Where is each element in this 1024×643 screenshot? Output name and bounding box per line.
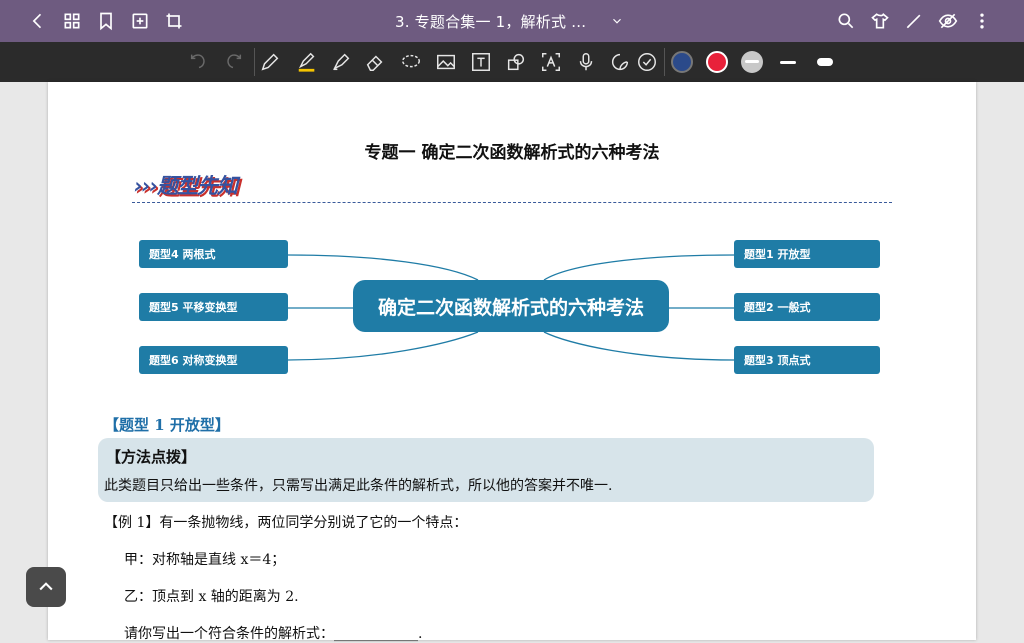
section-title: 【题型 1 开放型】 (104, 416, 230, 434)
check-icon[interactable] (634, 50, 660, 74)
document-page[interactable]: 专题一 确定二次函数解析式的六种考法 ›››题型先知 题型4 两根式 题型5 平… (48, 82, 976, 642)
shape-icon[interactable] (503, 50, 529, 74)
example-intro: 【例 1】有一条抛物线，两位同学分别说了它的一个特点： (104, 515, 468, 531)
more-vertical-icon[interactable] (970, 9, 994, 33)
redo-icon[interactable] (220, 50, 246, 74)
stroke-thin-option[interactable] (780, 61, 796, 64)
sticker-icon[interactable] (607, 50, 633, 74)
ocr-icon[interactable] (538, 50, 564, 74)
mindmap-node-type2: 题型2 一般式 (734, 293, 880, 321)
crop-icon[interactable] (162, 9, 186, 33)
method-title: 【方法点拨】 (106, 448, 197, 466)
chevron-up-icon (39, 582, 53, 591)
pencil-icon[interactable] (257, 50, 283, 74)
mindmap-center-node: 确定二次函数解析式的六种考法 (353, 280, 669, 332)
method-tip-box: 【方法点拨】 此类题目只给出一些条件，只需写出满足此条件的解析式，所以他的答案并… (98, 438, 874, 502)
document-title[interactable]: 3. 专题合集一 1，解析式 … (395, 11, 586, 32)
chevron-down-icon[interactable] (605, 9, 629, 33)
search-icon[interactable] (834, 9, 858, 33)
grid-icon[interactable] (60, 9, 84, 33)
mic-icon[interactable] (573, 50, 599, 74)
shirt-icon[interactable] (868, 9, 892, 33)
color-red-swatch[interactable] (706, 51, 728, 73)
scroll-to-top-button[interactable] (26, 567, 66, 607)
undo-icon[interactable] (186, 50, 212, 74)
stroke-thick-option[interactable] (817, 58, 833, 66)
eye-off-icon[interactable] (936, 9, 960, 33)
method-text: 此类题目只给出一些条件，只需写出满足此条件的解析式，所以他的答案并不唯一. (104, 478, 613, 494)
mindmap-node-type6: 题型6 对称变换型 (139, 346, 288, 374)
highlighter-icon[interactable] (294, 50, 320, 74)
color-gray-swatch[interactable] (741, 51, 763, 73)
mindmap-node-type3: 题型3 顶点式 (734, 346, 880, 374)
example-question: 请你写出一个符合条件的解析式：____________. (124, 626, 423, 642)
app-top-bar: 3. 专题合集一 1，解析式 … (0, 0, 1024, 42)
annotation-toolbar (0, 42, 1024, 82)
bookmark-icon[interactable] (94, 9, 118, 33)
text-icon[interactable] (468, 50, 494, 74)
example-line-jia: 甲：对称轴是直线 x＝4； (124, 552, 286, 568)
image-icon[interactable] (433, 50, 459, 74)
pen-icon[interactable] (902, 9, 926, 33)
marker-icon[interactable] (328, 50, 354, 74)
color-navy-swatch[interactable] (671, 51, 693, 73)
back-icon[interactable] (26, 9, 50, 33)
add-page-icon[interactable] (128, 9, 152, 33)
toolbar-divider (254, 48, 255, 76)
toolbar-divider (664, 48, 665, 76)
mindmap-node-type1: 题型1 开放型 (734, 240, 880, 268)
eraser-icon[interactable] (362, 50, 388, 74)
mindmap-node-type5: 题型5 平移变换型 (139, 293, 288, 321)
lasso-icon[interactable] (398, 50, 424, 74)
mindmap-node-type4: 题型4 两根式 (139, 240, 288, 268)
example-line-yi: 乙：顶点到 x 轴的距离为 2. (124, 589, 299, 605)
